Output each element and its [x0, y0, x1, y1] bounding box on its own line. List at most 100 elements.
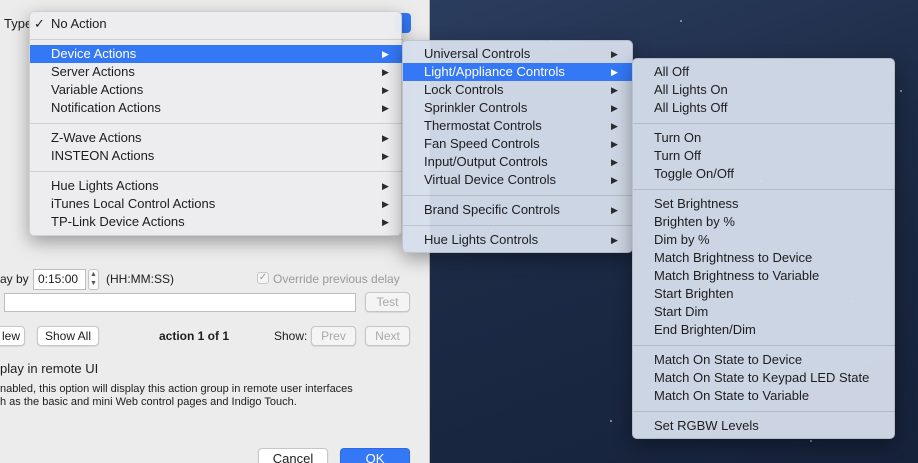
show-label: Show:	[274, 329, 308, 343]
menu-item-label: Variable Actions	[51, 82, 144, 97]
menu-item-itunes-actions[interactable]: iTunes Local Control Actions ▶	[30, 195, 403, 213]
submenu-arrow-icon: ▶	[611, 139, 618, 149]
menu-item-input-output-controls[interactable]: Input/Output Controls ▶	[403, 153, 634, 171]
menu-item-server-actions[interactable]: Server Actions ▶	[30, 63, 403, 81]
menu-item-label: Hue Lights Actions	[51, 178, 159, 193]
menu-item-all-lights-on[interactable]: All Lights On	[633, 81, 896, 99]
menu-item-label: Turn Off	[654, 148, 701, 163]
menu-item-turn-off[interactable]: Turn Off	[633, 147, 896, 165]
menu-item-label: Hue Lights Controls	[424, 232, 539, 247]
menu-item-label: Match On State to Keypad LED State	[654, 370, 870, 385]
checkmark-icon: ✓	[34, 16, 45, 31]
menu-item-zwave-actions[interactable]: Z-Wave Actions ▶	[30, 129, 403, 147]
menu-item-toggle[interactable]: Toggle On/Off	[633, 165, 896, 183]
menu-item-sprinkler-controls[interactable]: Sprinkler Controls ▶	[403, 99, 634, 117]
menu-item-thermostat-controls[interactable]: Thermostat Controls ▶	[403, 117, 634, 135]
menu-item-end-brighten-dim[interactable]: End Brighten/Dim	[633, 321, 896, 339]
menu-separator	[633, 411, 896, 412]
action-text-field[interactable]	[4, 293, 356, 312]
submenu-arrow-icon: ▶	[611, 103, 618, 113]
submenu-arrow-icon: ▶	[611, 175, 618, 185]
submenu-arrow-icon: ▶	[611, 49, 618, 59]
menu-item-brighten-by[interactable]: Brighten by %	[633, 213, 896, 231]
menu-item-label: Start Dim	[654, 304, 709, 319]
menu-item-label: Toggle On/Off	[654, 166, 734, 181]
menu-item-no-action[interactable]: ✓ No Action	[30, 15, 403, 33]
display-remote-ui-label[interactable]: play in remote UI	[0, 361, 98, 376]
menu-item-virtual-device-controls[interactable]: Virtual Device Controls ▶	[403, 171, 634, 189]
menu-item-hue-lights-controls[interactable]: Hue Lights Controls ▶	[403, 231, 634, 249]
delay-time-field[interactable]: 0:15:00	[33, 269, 86, 290]
show-all-button[interactable]: Show All	[37, 326, 99, 346]
menu-item-label: All Lights Off	[654, 100, 728, 115]
menu-item-label: TP-Link Device Actions	[51, 214, 185, 229]
menu-item-variable-actions[interactable]: Variable Actions ▶	[30, 81, 403, 99]
menu-separator	[403, 225, 634, 226]
menu-item-insteon-actions[interactable]: INSTEON Actions ▶	[30, 147, 403, 165]
menu-item-label: Set Brightness	[654, 196, 739, 211]
action-type-menu: ✓ No Action Device Actions ▶ Server Acti…	[29, 11, 403, 236]
menu-item-label: Server Actions	[51, 64, 135, 79]
menu-item-match-on-variable[interactable]: Match On State to Variable	[633, 387, 896, 405]
delay-stepper[interactable]: ▲ ▼	[88, 269, 99, 290]
menu-item-device-actions[interactable]: Device Actions ▶	[30, 45, 403, 63]
menu-item-label: All Off	[654, 64, 690, 79]
test-button[interactable]: Test	[365, 292, 410, 312]
submenu-arrow-icon: ▶	[611, 67, 618, 77]
menu-item-universal-controls[interactable]: Universal Controls ▶	[403, 45, 634, 63]
override-delay-checkbox[interactable]: ✓	[257, 272, 269, 284]
menu-item-label: All Lights On	[654, 82, 728, 97]
ok-button[interactable]: OK	[340, 448, 410, 463]
menu-item-notification-actions[interactable]: Notification Actions ▶	[30, 99, 403, 117]
menu-item-label: Light/Appliance Controls	[424, 64, 565, 79]
menu-item-match-on-keypad-led[interactable]: Match On State to Keypad LED State	[633, 369, 896, 387]
cancel-button[interactable]: Cancel	[258, 448, 328, 463]
menu-item-label: Match Brightness to Variable	[654, 268, 820, 283]
menu-item-tplink-actions[interactable]: TP-Link Device Actions ▶	[30, 213, 403, 231]
submenu-arrow-icon: ▶	[382, 103, 389, 113]
menu-item-turn-on[interactable]: Turn On	[633, 129, 896, 147]
menu-item-hue-lights-actions[interactable]: Hue Lights Actions ▶	[30, 177, 403, 195]
menu-item-label: Match On State to Variable	[654, 388, 810, 403]
menu-item-lock-controls[interactable]: Lock Controls ▶	[403, 81, 634, 99]
device-actions-submenu: Universal Controls ▶ Light/Appliance Con…	[402, 40, 634, 253]
menu-item-label: Device Actions	[51, 46, 137, 61]
menu-item-fan-speed-controls[interactable]: Fan Speed Controls ▶	[403, 135, 634, 153]
menu-item-start-dim[interactable]: Start Dim	[633, 303, 896, 321]
submenu-arrow-icon: ▶	[611, 235, 618, 245]
menu-item-match-brightness-variable[interactable]: Match Brightness to Variable	[633, 267, 896, 285]
menu-item-dim-by[interactable]: Dim by %	[633, 231, 896, 249]
menu-separator	[30, 123, 403, 124]
menu-item-start-brighten[interactable]: Start Brighten	[633, 285, 896, 303]
type-label: Type	[4, 16, 33, 31]
menu-separator	[30, 171, 403, 172]
menu-item-all-lights-off[interactable]: All Lights Off	[633, 99, 896, 117]
menu-item-set-brightness[interactable]: Set Brightness	[633, 195, 896, 213]
menu-item-label: Brand Specific Controls	[424, 202, 560, 217]
menu-item-label: Fan Speed Controls	[424, 136, 540, 151]
menu-item-light-appliance-controls[interactable]: Light/Appliance Controls ▶	[403, 63, 634, 81]
chevron-down-icon[interactable]: ▼	[89, 279, 98, 288]
chevron-up-icon[interactable]: ▲	[89, 270, 98, 279]
submenu-arrow-icon: ▶	[382, 181, 389, 191]
submenu-arrow-icon: ▶	[611, 205, 618, 215]
menu-separator	[633, 123, 896, 124]
submenu-arrow-icon: ▶	[382, 49, 389, 59]
new-button[interactable]: lew	[0, 326, 25, 346]
next-button[interactable]: Next	[365, 326, 410, 346]
menu-item-set-rgbw-levels[interactable]: Set RGBW Levels	[633, 417, 896, 435]
menu-item-label: Match On State to Device	[654, 352, 803, 367]
menu-separator	[633, 189, 896, 190]
prev-button[interactable]: Prev	[311, 326, 356, 346]
submenu-arrow-icon: ▶	[611, 157, 618, 167]
submenu-arrow-icon: ▶	[611, 121, 618, 131]
menu-item-label: End Brighten/Dim	[654, 322, 756, 337]
menu-item-all-off[interactable]: All Off	[633, 63, 896, 81]
description-text: nabled, this option will display this ac…	[0, 383, 420, 409]
menu-separator	[403, 195, 634, 196]
menu-item-match-brightness-device[interactable]: Match Brightness to Device	[633, 249, 896, 267]
menu-item-match-on-device[interactable]: Match On State to Device	[633, 351, 896, 369]
menu-item-brand-specific-controls[interactable]: Brand Specific Controls ▶	[403, 201, 634, 219]
menu-item-label: Virtual Device Controls	[424, 172, 556, 187]
menu-item-label: Dim by %	[654, 232, 710, 247]
